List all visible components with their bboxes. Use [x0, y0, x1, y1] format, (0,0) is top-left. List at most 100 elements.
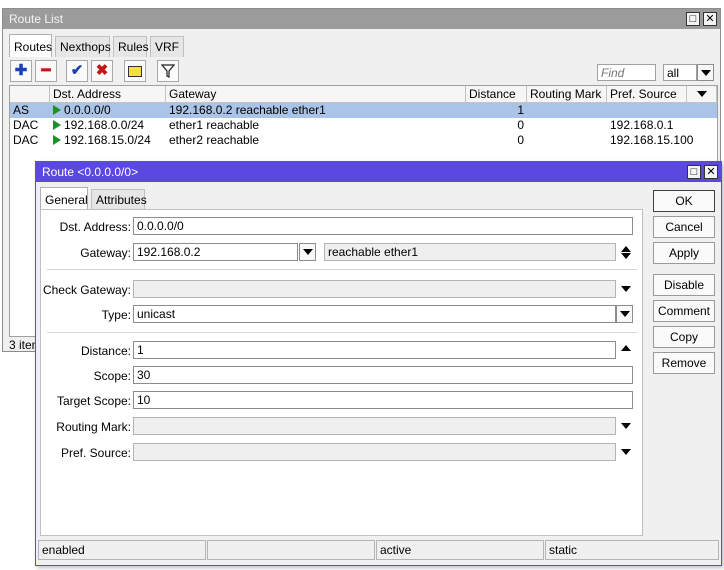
routing-mark-select[interactable] [133, 417, 616, 435]
status-empty [207, 540, 375, 560]
apply-button[interactable]: Apply [653, 242, 715, 264]
add-button[interactable]: ✚ [10, 60, 32, 82]
close-button[interactable]: ✕ [703, 12, 717, 26]
chevron-down-icon [701, 70, 711, 76]
check-icon: ✔ [70, 62, 84, 79]
maximize-button[interactable]: □ [686, 12, 700, 26]
type-label: Type: [101, 308, 131, 322]
filter-button[interactable] [157, 60, 179, 82]
column-header-routing-mark[interactable]: Routing Mark [527, 86, 607, 103]
tab-rules[interactable]: Rules [113, 36, 149, 57]
funnel-icon [160, 64, 176, 78]
check-gateway-select[interactable] [133, 280, 616, 298]
remove-button[interactable]: ━ [35, 60, 57, 82]
row-flags: DAC [13, 118, 39, 132]
chevron-down-icon[interactable] [621, 423, 631, 429]
minus-icon: ━ [41, 62, 51, 79]
columns-menu-button[interactable] [687, 86, 717, 103]
route-active-icon [53, 105, 61, 115]
gateway-input[interactable]: 192.168.0.2 [133, 243, 298, 261]
routing-mark-label: Routing Mark: [56, 420, 131, 434]
arrow-down-icon[interactable] [621, 253, 631, 259]
dialog-close-button[interactable]: ✕ [704, 165, 718, 179]
chevron-down-icon [620, 311, 630, 317]
gateway-label: Gateway: [80, 246, 131, 260]
gateway-state-field: reachable ether1 [324, 243, 616, 261]
route-active-icon [53, 120, 61, 130]
general-panel: Dst. Address: 0.0.0.0/0 Gateway: 192.168… [40, 209, 643, 536]
row-gateway: 192.168.0.2 reachable ether1 [169, 103, 326, 117]
column-header-distance[interactable]: Distance [466, 86, 527, 103]
remove-route-button[interactable]: Remove [653, 352, 715, 374]
scope-input[interactable]: 30 [133, 366, 633, 384]
column-header-pref-source[interactable]: Pref. Source [607, 86, 687, 103]
ok-button[interactable]: OK [653, 190, 715, 212]
dialog-title: Route <0.0.0.0/0> [36, 162, 721, 182]
route-list-title: Route List [3, 9, 720, 29]
chevron-down-icon [697, 91, 707, 97]
table-row[interactable]: DAC 192.168.15.0/24 ether2 reachable 0 1… [10, 133, 717, 148]
copy-button[interactable]: Copy [653, 326, 715, 348]
route-active-icon [53, 135, 61, 145]
filter-select-arrow[interactable] [697, 64, 714, 81]
chevron-up-icon[interactable] [621, 345, 631, 351]
row-flags: DAC [13, 133, 39, 147]
x-icon: ✖ [95, 62, 109, 79]
tab-vrf[interactable]: VRF [150, 36, 184, 57]
row-routing-mark [527, 103, 607, 118]
column-header-gateway[interactable]: Gateway [166, 86, 466, 103]
comment-route-button[interactable]: Comment [653, 300, 715, 322]
row-flags: AS [13, 103, 30, 117]
row-distance: 0 [517, 133, 524, 147]
row-gateway: ether2 reachable [169, 133, 260, 147]
status-static: static [545, 540, 719, 560]
scope-label: Scope: [93, 369, 131, 383]
type-dropdown-button[interactable] [616, 305, 633, 323]
row-dst-address: 192.168.15.0/24 [64, 133, 151, 147]
type-select[interactable]: unicast [133, 305, 616, 323]
row-routing-mark [527, 118, 607, 133]
distance-input[interactable]: 1 [133, 341, 616, 359]
chevron-down-icon[interactable] [621, 449, 631, 455]
dialog-maximize-button[interactable]: □ [687, 165, 701, 179]
tab-nexthops[interactable]: Nexthops [55, 36, 111, 57]
row-pref-source: 192.168.0.1 [610, 118, 674, 132]
arrow-up-icon[interactable] [621, 246, 631, 252]
column-header-dst-address[interactable]: Dst. Address [50, 86, 166, 103]
row-distance: 0 [517, 118, 524, 132]
tab-attributes[interactable]: Attributes [91, 189, 147, 210]
pref-source-label: Pref. Source: [60, 446, 131, 460]
cancel-button[interactable]: Cancel [653, 216, 715, 238]
route-dialog: Route <0.0.0.0/0> □ ✕ General Attributes… [35, 161, 722, 566]
gateway-dropdown-button[interactable] [299, 243, 316, 261]
tab-routes[interactable]: Routes [9, 34, 52, 57]
row-routing-mark [527, 133, 607, 148]
enable-button[interactable]: ✔ [66, 60, 88, 82]
divider [47, 269, 637, 270]
check-gateway-label: Check Gateway: [42, 283, 131, 297]
status-enabled: enabled [38, 540, 206, 560]
column-header-flags[interactable] [10, 86, 50, 103]
row-pref-source [607, 103, 697, 118]
target-scope-label: Target Scope: [56, 394, 131, 408]
row-pref-source: 192.168.15.100 [610, 133, 694, 147]
chevron-down-icon [303, 249, 313, 255]
target-scope-input[interactable]: 10 [133, 391, 633, 409]
find-input[interactable] [597, 64, 656, 81]
status-active: active [376, 540, 544, 560]
chevron-down-icon[interactable] [621, 286, 631, 292]
table-row[interactable]: AS 0.0.0.0/0 192.168.0.2 reachable ether… [10, 103, 717, 118]
row-dst-address: 192.168.0.0/24 [64, 118, 145, 132]
disable-route-button[interactable]: Disable [653, 274, 715, 296]
disable-button[interactable]: ✖ [91, 60, 113, 82]
table-row[interactable]: DAC 192.168.0.0/24 ether1 reachable 0 19… [10, 118, 717, 133]
dst-address-input[interactable]: 0.0.0.0/0 [133, 217, 633, 235]
pref-source-select[interactable] [133, 443, 616, 461]
comment-button[interactable] [124, 60, 146, 82]
filter-select[interactable]: all [663, 64, 697, 81]
tab-general[interactable]: General [40, 187, 88, 210]
row-distance: 1 [517, 103, 524, 117]
plus-icon: ✚ [14, 62, 28, 79]
row-gateway: ether1 reachable [169, 118, 260, 132]
row-dst-address: 0.0.0.0/0 [64, 103, 111, 117]
